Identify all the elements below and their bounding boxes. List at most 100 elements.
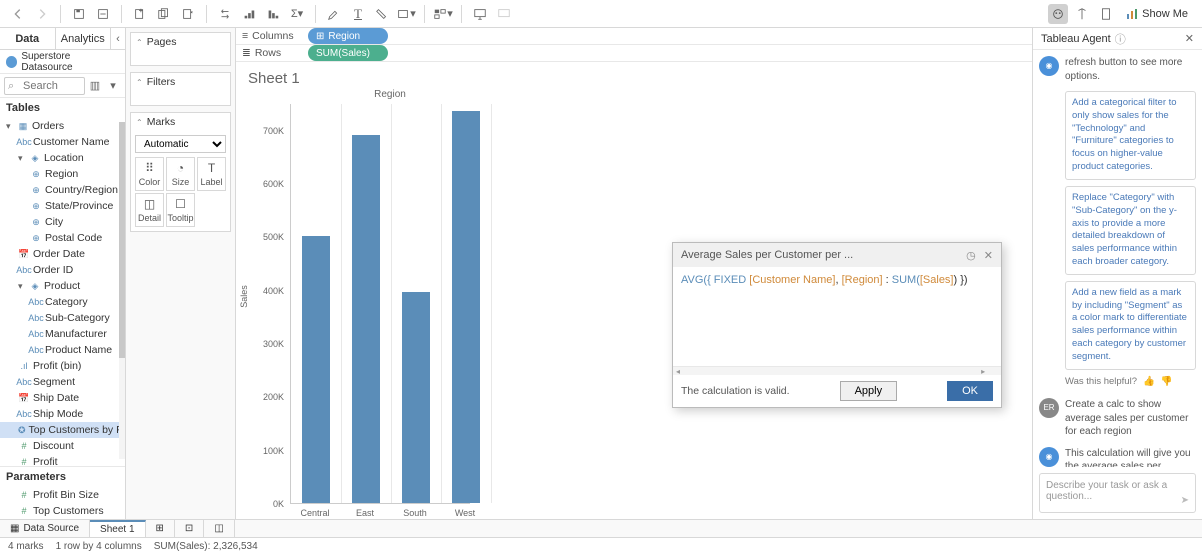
- field-country-region[interactable]: ⊕Country/Region: [0, 182, 125, 198]
- filters-card[interactable]: ⌃Filters: [130, 72, 231, 106]
- field-order-date[interactable]: 📅Order Date: [0, 246, 125, 262]
- field-region[interactable]: ⊕Region: [0, 166, 125, 182]
- agent-info-icon[interactable]: ⓘ: [1115, 31, 1126, 47]
- tab-sheet-1[interactable]: Sheet 1: [90, 520, 145, 537]
- tab-analytics[interactable]: Analytics: [56, 28, 112, 49]
- thumbs-up-button[interactable]: 👍: [1143, 376, 1155, 389]
- thumbs-down-button[interactable]: 👎: [1161, 376, 1173, 389]
- sort-asc-button[interactable]: [239, 4, 259, 24]
- new-dashboard-tab[interactable]: ⊡: [175, 520, 204, 537]
- fit-button[interactable]: ▾: [396, 4, 416, 24]
- fields-menu-button[interactable]: ▾: [105, 78, 121, 94]
- sheet-title[interactable]: Sheet 1: [248, 70, 1020, 87]
- top-toolbar: Σ▾ T ▾ ▾ Show Me: [0, 0, 1202, 28]
- param-top-customers[interactable]: #Top Customers: [0, 503, 125, 519]
- show-me-button[interactable]: Show Me: [1120, 6, 1194, 22]
- viz-column-header: Region: [290, 89, 490, 100]
- param-profit-bin-size[interactable]: #Profit Bin Size: [0, 487, 125, 503]
- revert-button[interactable]: [93, 4, 113, 24]
- bar-west[interactable]: [452, 111, 480, 503]
- agent-input[interactable]: Describe your task or ask a question... …: [1039, 473, 1196, 513]
- field-product[interactable]: ▾◈Product: [0, 278, 125, 294]
- sort-desc-button[interactable]: [263, 4, 283, 24]
- agent-close-button[interactable]: ✕: [1185, 32, 1194, 45]
- pages-card[interactable]: ⌃Pages: [130, 32, 231, 66]
- save-button[interactable]: [69, 4, 89, 24]
- field-segment[interactable]: AbcSegment: [0, 374, 125, 390]
- bar-central[interactable]: [302, 236, 330, 503]
- new-worksheet-tab[interactable]: ⊞: [146, 520, 175, 537]
- bar-east[interactable]: [352, 135, 380, 503]
- field-manufacturer[interactable]: AbcManufacturer: [0, 326, 125, 342]
- format-button[interactable]: [372, 4, 392, 24]
- datasource-row[interactable]: Superstore Datasource: [0, 50, 125, 74]
- bot-avatar-icon: ◉: [1039, 447, 1059, 467]
- field-category[interactable]: AbcCategory: [0, 294, 125, 310]
- calc-scrollbar[interactable]: ◂▸: [673, 367, 1001, 375]
- collapse-panel-button[interactable]: ‹: [111, 28, 125, 49]
- send-icon[interactable]: ➤: [1181, 495, 1189, 506]
- suggestion-3[interactable]: Add a new field as a mark by including "…: [1065, 281, 1196, 370]
- share-button[interactable]: [494, 4, 514, 24]
- marks-tooltip-button[interactable]: ☐Tooltip: [166, 193, 195, 227]
- field-profit[interactable]: #Profit: [0, 454, 125, 466]
- show-cards-button[interactable]: ▾: [433, 4, 453, 24]
- status-bar: 4 marks 1 row by 4 columns SUM(Sales): 2…: [0, 537, 1202, 555]
- search-input[interactable]: [4, 77, 85, 95]
- field-order-id[interactable]: AbcOrder ID: [0, 262, 125, 278]
- highlight-button[interactable]: [324, 4, 344, 24]
- calc-apply-button[interactable]: Apply: [840, 381, 898, 401]
- calc-editor[interactable]: AVG({ FIXED [Customer Name], [Region] : …: [673, 267, 1001, 367]
- guide-button[interactable]: [1072, 4, 1092, 24]
- field-state-province[interactable]: ⊕State/Province: [0, 198, 125, 214]
- totals-button[interactable]: Σ▾: [287, 4, 307, 24]
- duplicate-button[interactable]: [154, 4, 174, 24]
- rows-shelf[interactable]: ≣Rows SUM(Sales): [236, 45, 1032, 62]
- back-button[interactable]: [8, 4, 28, 24]
- tab-data-source[interactable]: ▦Data Source: [0, 520, 90, 537]
- new-story-tab[interactable]: ◫: [204, 520, 234, 537]
- tab-data[interactable]: Data: [0, 28, 56, 49]
- marks-type-select[interactable]: Automatic: [135, 135, 226, 153]
- calc-title[interactable]: Average Sales per Customer per ...: [681, 249, 853, 261]
- field-profit-bin[interactable]: .ılProfit (bin): [0, 358, 125, 374]
- suggestion-1[interactable]: Add a categorical filter to only show sa…: [1065, 91, 1196, 180]
- marks-label-button[interactable]: TLabel: [197, 157, 226, 191]
- field-location[interactable]: ▾◈Location: [0, 150, 125, 166]
- forward-button[interactable]: [32, 4, 52, 24]
- presentation-button[interactable]: [470, 4, 490, 24]
- field-customer-name[interactable]: AbcCustomer Name: [0, 134, 125, 150]
- clear-button[interactable]: [178, 4, 198, 24]
- field-sub-category[interactable]: AbcSub-Category: [0, 310, 125, 326]
- field-product-name[interactable]: AbcProduct Name: [0, 342, 125, 358]
- rows-pill-sales[interactable]: SUM(Sales): [308, 45, 388, 61]
- show-me-label: Show Me: [1142, 8, 1188, 20]
- field-city[interactable]: ⊕City: [0, 214, 125, 230]
- table-orders[interactable]: ▾▦Orders: [0, 118, 125, 134]
- new-worksheet-button[interactable]: [130, 4, 150, 24]
- text-format-button[interactable]: T: [348, 4, 368, 24]
- field-ship-date[interactable]: 📅Ship Date: [0, 390, 125, 406]
- filter-fields-button[interactable]: ▥: [87, 78, 103, 94]
- field-ship-mode[interactable]: AbcShip Mode: [0, 406, 125, 422]
- calc-ok-button[interactable]: OK: [947, 381, 993, 401]
- user-avatar: ER: [1039, 398, 1059, 418]
- marks-size-button[interactable]: ◔Size: [166, 157, 195, 191]
- swap-button[interactable]: [215, 4, 235, 24]
- tree-scrollbar[interactable]: [119, 122, 125, 459]
- label-icon: T: [208, 161, 215, 175]
- bar-south[interactable]: [402, 292, 430, 503]
- columns-shelf[interactable]: ≡Columns ⊞Region: [236, 28, 1032, 45]
- columns-pill-region[interactable]: ⊞Region: [308, 28, 388, 44]
- calc-close-button[interactable]: ✕: [984, 249, 993, 262]
- field-discount[interactable]: #Discount: [0, 438, 125, 454]
- suggestion-2[interactable]: Replace "Category" with "Sub-Category" o…: [1065, 186, 1196, 275]
- field-postal-code[interactable]: ⊕Postal Code: [0, 230, 125, 246]
- marks-color-button[interactable]: ⠿Color: [135, 157, 164, 191]
- field-top-customers[interactable]: ✪Top Customers by P...: [0, 422, 125, 438]
- data-guide-button[interactable]: [1096, 4, 1116, 24]
- marks-detail-button[interactable]: ◫Detail: [135, 193, 164, 227]
- calc-expand-button[interactable]: ◷: [966, 249, 976, 262]
- agent-toggle-button[interactable]: [1048, 4, 1068, 24]
- cards-column: ⌃Pages ⌃Filters ⌃Marks Automatic ⠿Color …: [126, 28, 236, 519]
